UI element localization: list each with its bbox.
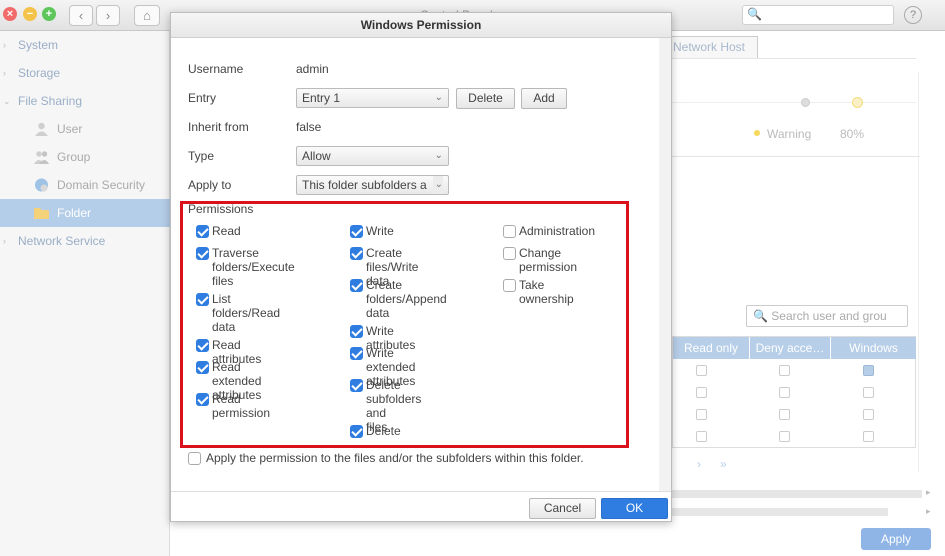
slider-track xyxy=(672,102,916,103)
apply-button[interactable]: Apply xyxy=(861,528,931,550)
warning-dot-icon xyxy=(754,130,760,136)
maximize-window-icon[interactable]: + xyxy=(42,7,56,21)
checkbox[interactable] xyxy=(350,325,363,338)
slider-marker-warning xyxy=(852,97,863,108)
checkbox[interactable] xyxy=(350,225,363,238)
sidebar-item-group[interactable]: Group xyxy=(0,143,170,171)
windows-permission-dialog: Windows Permission Username admin Entry … xyxy=(170,12,672,522)
next-page-icon[interactable]: › xyxy=(697,457,701,471)
checkbox[interactable] xyxy=(196,339,209,352)
folder-icon xyxy=(34,208,49,219)
checkbox[interactable] xyxy=(350,247,363,260)
checkbox[interactable] xyxy=(350,379,363,392)
sidebar-item-storage[interactable]: › Storage xyxy=(0,59,170,87)
table-checkbox[interactable] xyxy=(696,409,707,420)
minimize-window-icon[interactable]: − xyxy=(23,7,37,21)
checkbox[interactable] xyxy=(503,247,516,260)
scroll-right-arrow-icon[interactable]: ▸ xyxy=(926,487,931,498)
entry-label: Entry xyxy=(188,91,217,105)
chevron-down-icon: ⌄ xyxy=(434,150,443,161)
warning-label: Warning xyxy=(767,127,812,141)
chevron-down-icon: ⌄ xyxy=(434,92,443,103)
checkbox[interactable] xyxy=(350,279,363,292)
checkbox[interactable] xyxy=(188,452,201,465)
warning-value: 80% xyxy=(840,127,865,141)
checkbox[interactable] xyxy=(350,425,363,438)
chevron-down-icon: ⌄ xyxy=(432,176,443,194)
table-checkbox[interactable] xyxy=(779,409,790,420)
chevron-down-icon: ⌄ xyxy=(3,96,11,106)
checkbox[interactable] xyxy=(196,393,209,406)
chevron-right-icon: › xyxy=(3,236,6,246)
sidebar-item-file-sharing[interactable]: ⌄ File Sharing xyxy=(0,87,170,115)
dialog-title: Windows Permission xyxy=(171,13,671,38)
cancel-button[interactable]: Cancel xyxy=(529,498,596,519)
inherit-from-value: false xyxy=(296,120,322,134)
sidebar-item-domain-security[interactable]: Domain Security xyxy=(0,171,170,199)
chevron-right-icon: › xyxy=(3,68,6,78)
type-label: Type xyxy=(188,149,215,163)
username-label: Username xyxy=(188,62,244,76)
column-header-windows[interactable]: Windows xyxy=(831,337,916,359)
horizontal-scrollbar[interactable] xyxy=(672,508,888,516)
chevron-right-icon: › xyxy=(3,40,6,50)
sidebar-item-network-service[interactable]: › Network Service xyxy=(0,227,170,255)
table-checkbox[interactable] xyxy=(696,365,707,376)
column-header-deny-access[interactable]: Deny acce… xyxy=(750,337,830,359)
checkbox[interactable] xyxy=(196,293,209,306)
delete-entry-button[interactable]: Delete xyxy=(456,88,515,109)
apply-to-label: Apply to xyxy=(188,178,232,192)
back-icon[interactable]: ‹ xyxy=(69,5,93,26)
column-header-read-only[interactable]: Read only xyxy=(673,337,749,359)
table-checkbox[interactable] xyxy=(779,365,790,376)
table-checkbox[interactable] xyxy=(696,387,707,398)
table-checkbox[interactable] xyxy=(863,387,874,398)
table-checkbox[interactable] xyxy=(863,409,874,420)
help-icon[interactable]: ? xyxy=(904,6,922,24)
user-icon xyxy=(35,122,48,136)
checkbox[interactable] xyxy=(350,347,363,360)
sidebar-item-user[interactable]: User xyxy=(0,115,170,143)
sidebar-item-folder[interactable]: Folder xyxy=(0,199,170,227)
table-checkbox[interactable] xyxy=(863,431,874,442)
table-checkbox[interactable] xyxy=(779,431,790,442)
checkbox[interactable] xyxy=(503,279,516,292)
table-checkbox[interactable] xyxy=(779,387,790,398)
checkbox[interactable] xyxy=(196,225,209,238)
permission-table: Read only Deny acce… Windows xyxy=(672,336,916,448)
search-input[interactable]: 🔍 xyxy=(742,5,894,25)
username-value: admin xyxy=(296,62,329,76)
table-checkbox[interactable] xyxy=(863,365,874,376)
table-checkbox[interactable] xyxy=(696,431,707,442)
group-icon xyxy=(34,151,49,164)
forward-icon[interactable]: › xyxy=(96,5,120,26)
globe-icon xyxy=(35,178,48,192)
last-page-icon[interactable]: » xyxy=(720,457,727,471)
dialog-scrollbar[interactable] xyxy=(659,38,671,491)
sidebar-item-system[interactable]: › System xyxy=(0,31,170,59)
inherit-from-label: Inherit from xyxy=(188,120,249,134)
tab-network-host[interactable]: Network Host xyxy=(663,36,758,58)
user-search-input[interactable]: 🔍 Search user and grou xyxy=(746,305,908,327)
dialog-footer-divider xyxy=(171,491,671,492)
checkbox[interactable] xyxy=(196,247,209,260)
entry-select[interactable]: Entry 1 ⌄ xyxy=(296,88,449,108)
add-entry-button[interactable]: Add xyxy=(521,88,567,109)
ok-button[interactable]: OK xyxy=(601,498,668,519)
checkbox[interactable] xyxy=(503,225,516,238)
sidebar: › System › Storage ⌄ File Sharing User Grou… xyxy=(0,31,170,556)
scroll-right-arrow-icon[interactable]: ▸ xyxy=(926,506,931,517)
right-scroll-track xyxy=(918,72,919,472)
search-icon: 🔍 xyxy=(753,309,772,323)
apply-to-select[interactable]: This folder subfolders a ⌄ xyxy=(296,175,449,195)
search-icon: 🔍 xyxy=(747,7,762,21)
home-icon[interactable]: ⌂ xyxy=(134,5,160,26)
horizontal-scrollbar[interactable] xyxy=(672,490,922,498)
type-select[interactable]: Allow ⌄ xyxy=(296,146,449,166)
tab-underline xyxy=(672,58,916,59)
checkbox[interactable] xyxy=(196,361,209,374)
slider-marker xyxy=(801,98,810,107)
close-window-icon[interactable]: × xyxy=(3,7,17,21)
divider xyxy=(672,156,920,157)
